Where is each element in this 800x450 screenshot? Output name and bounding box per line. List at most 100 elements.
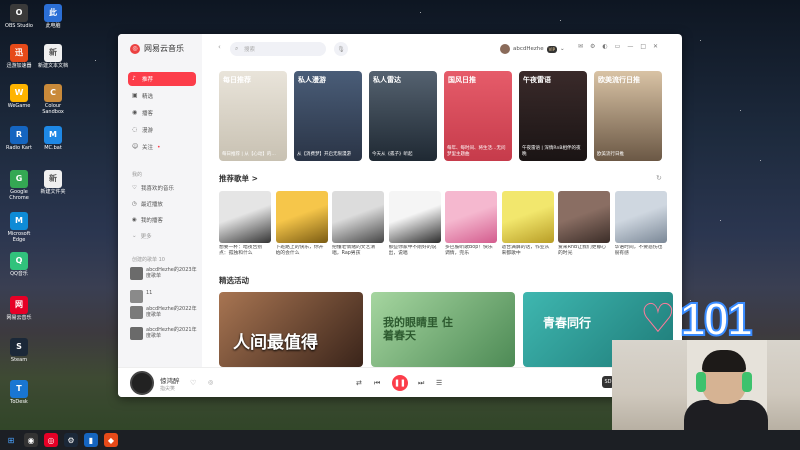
desktop-icon[interactable]: T ToDesk xyxy=(2,380,36,405)
playlist-cover xyxy=(445,191,497,243)
sidebar-playlist[interactable]: abcdHezhe的2022年度歌单 xyxy=(130,306,200,319)
comment-icon[interactable]: ◎ xyxy=(208,379,213,386)
playlist-cover xyxy=(275,191,328,243)
loop-icon[interactable]: ⇄ xyxy=(356,379,362,387)
edge-icon: M xyxy=(10,212,28,230)
desktop-icon[interactable]: 新新建文件夹 xyxy=(36,170,70,195)
mini-mode-icon[interactable]: ▭ xyxy=(615,43,621,50)
desktop-icon[interactable]: O OBS Studio xyxy=(2,4,36,29)
steam-taskbar-icon[interactable]: ⚙ xyxy=(64,433,78,447)
accelerator-taskbar-icon[interactable]: ◆ xyxy=(104,433,118,447)
wegame-icon: W xyxy=(10,84,28,102)
sidebar-item-roam[interactable]: ◌ 漫游 xyxy=(128,123,196,137)
obs-icon: O xyxy=(10,4,28,22)
follow-icon: ☺ xyxy=(132,143,139,150)
banner-card[interactable]: 国风日推 每年、每时间、将生活…无问梦里主题曲 xyxy=(444,71,512,161)
desktop-icon[interactable]: 新新建文本文档 xyxy=(36,44,70,69)
desktop-icon[interactable]: C Colour Sandbox xyxy=(36,84,70,115)
playlist-name: 把懂老情绪的文艺清唱，Rap男孩 xyxy=(332,245,376,256)
sidebar-item-liked-music[interactable]: ♡ 我喜欢的音乐 xyxy=(132,184,174,192)
sidebar-more[interactable]: ⌄ 更多 xyxy=(132,232,152,240)
desktop-icon[interactable]: 迅迅游加速器 xyxy=(2,44,36,69)
sidebar-playlist[interactable]: 11 xyxy=(130,290,200,303)
desktop-icon-label: Steam xyxy=(10,357,28,363)
banner-card[interactable]: 欧美流行日推 欧美流行日推 xyxy=(594,71,662,161)
playlist-card[interactable]: 那些你家中不刚好的说出，说唱 xyxy=(388,191,441,257)
recommend-playlists-title[interactable]: 推荐歌单 > xyxy=(219,173,258,184)
banner-card[interactable]: 私人漫游 从【消费梦】开启无限漫游 xyxy=(294,71,362,161)
avatar xyxy=(500,44,510,54)
windows-start-icon[interactable]: ⊞ xyxy=(4,433,18,447)
maximize-icon[interactable]: □ xyxy=(640,43,646,50)
desktop-icon[interactable]: M MC.bat xyxy=(36,126,70,151)
playlist-cover xyxy=(332,191,384,243)
playlist-card[interactable]: 爱来RnB让我们更静心的时光 xyxy=(558,191,610,257)
sidebar-item-podcast[interactable]: ◉ 播客 xyxy=(128,106,196,120)
activity-banner[interactable]: 人间最值得 xyxy=(219,292,363,367)
desktop-icon[interactable]: G Google Chrome xyxy=(2,170,36,201)
sidebar-item-featured[interactable]: ▣ 精选 xyxy=(128,89,196,103)
back-arrow-icon[interactable]: ‹ xyxy=(218,43,221,51)
skin-icon[interactable]: ◐ xyxy=(602,43,607,50)
pause-button[interactable]: ❚❚ xyxy=(392,375,408,391)
banner-card[interactable]: 午夜雷语 午夜雷语 | 深情RnB相伴的夜晚 xyxy=(519,71,587,161)
mic-button[interactable]: 🎙 xyxy=(334,42,348,56)
sidebar-item-follow[interactable]: ☺ 关注 • xyxy=(128,140,196,154)
search-input[interactable]: ⌕ 搜索 xyxy=(230,42,326,56)
sidebar-item-label: 漫游 xyxy=(142,128,154,134)
desktop-icon[interactable]: W WeGame xyxy=(2,84,36,109)
prev-track-icon[interactable]: ⏮ xyxy=(374,379,380,388)
like-heart-icon[interactable]: ♡ xyxy=(190,379,196,387)
banner-card[interactable]: 每日推荐 每日推荐 | 从【心动】的… xyxy=(219,71,287,161)
bat-icon: M xyxy=(44,126,62,144)
activity-banner[interactable]: 我的眼睛里 住着春天 xyxy=(371,292,515,367)
minimize-icon[interactable]: — xyxy=(627,43,633,50)
sidebar-playlist[interactable]: abcdHezhe的2021年度歌单 xyxy=(130,327,200,340)
playlist-card[interactable]: 适合满屏的话，作业从来都歌中 xyxy=(501,191,554,257)
netease-music-window: ◎ 网易云音乐 ♪ 推荐 ▣ 精选 ◉ 播客 ◌ 漫游 ☺ 关注 • 我的 ♡ … xyxy=(118,34,682,397)
mic-icon: 🎙 xyxy=(337,45,345,53)
album-cover[interactable] xyxy=(130,371,154,395)
playlist-card[interactable]: 想要一杯：暗夜告别点：孤独和什么 xyxy=(219,191,271,257)
sidebar-playlist[interactable]: abcdHezhe的2023年度歌单 xyxy=(130,267,200,280)
playlist-name: 华语时间，不要悲伤也很有感 xyxy=(614,245,663,256)
mail-icon[interactable]: ✉ xyxy=(578,43,583,50)
desktop-icon[interactable]: Q QQ音乐 xyxy=(2,252,36,277)
search-icon: ⌕ xyxy=(235,45,239,52)
playlist-cover xyxy=(501,191,554,243)
chevron-down-icon: ⌄ xyxy=(132,233,137,239)
playlist-card[interactable]: 华语时间，不要悲伤也很有感 xyxy=(614,191,667,257)
sidebar-item-recommend[interactable]: ♪ 推荐 xyxy=(128,72,196,86)
refresh-icon[interactable]: ↻ xyxy=(656,174,662,182)
netease-logo-icon: ◎ xyxy=(130,43,140,54)
desktop-icon[interactable]: 此此电脑 xyxy=(36,4,70,29)
netease-taskbar-icon[interactable]: ◎ xyxy=(44,433,58,447)
sidebar-item-my-podcast[interactable]: ◉ 我的播客 xyxy=(132,216,163,224)
app-logo[interactable]: ◎ 网易云音乐 xyxy=(130,43,184,54)
gear-icon[interactable]: ⚙ xyxy=(590,43,595,50)
playlist-card[interactable]: 多巴胺听歌Bop！快乐调情，完乐 xyxy=(445,191,497,257)
playlist-cover xyxy=(614,191,667,243)
desktop-icon[interactable]: M Microsoft Edge xyxy=(2,212,36,243)
playlist-card[interactable]: 把懂老情绪的文艺清唱，Rap男孩 xyxy=(332,191,384,257)
song-title[interactable]: 惊鸿醉 xyxy=(160,375,180,385)
window-controls: ✉ ⚙ ◐ ▭ — □ ✕ xyxy=(578,43,658,50)
playlist-cover xyxy=(388,191,441,243)
chrome-icon: G xyxy=(10,170,28,188)
banner-title: 每日推荐 xyxy=(223,76,251,84)
desktop-icon[interactable]: S Steam xyxy=(2,338,36,363)
user-profile[interactable]: abcdHezhe VIP ⌄ xyxy=(500,44,565,54)
sidebar-item-recent[interactable]: ◷ 最近播放 xyxy=(132,200,163,208)
app-taskbar-icon[interactable]: ▮ xyxy=(84,433,98,447)
desktop-icon[interactable]: R Radio Kart xyxy=(2,126,36,151)
artist-name[interactable]: 指尖笑 xyxy=(160,385,175,392)
close-icon[interactable]: ✕ xyxy=(653,43,658,50)
search-placeholder: 搜索 xyxy=(244,47,256,53)
next-track-icon[interactable]: ⏭ xyxy=(418,379,424,388)
banner-card[interactable]: 私人雷达 今天从《孤子》听起 xyxy=(369,71,437,161)
desktop-icon[interactable]: 网网易云音乐 xyxy=(2,296,36,321)
playlist-card[interactable]: 下班路上的快乐，你开始的会什么 xyxy=(275,191,328,257)
pause-icon: ❚❚ xyxy=(394,379,406,387)
playlist-queue-icon[interactable]: ☰ xyxy=(436,379,442,387)
obs-taskbar-icon[interactable]: ◉ xyxy=(24,433,38,447)
